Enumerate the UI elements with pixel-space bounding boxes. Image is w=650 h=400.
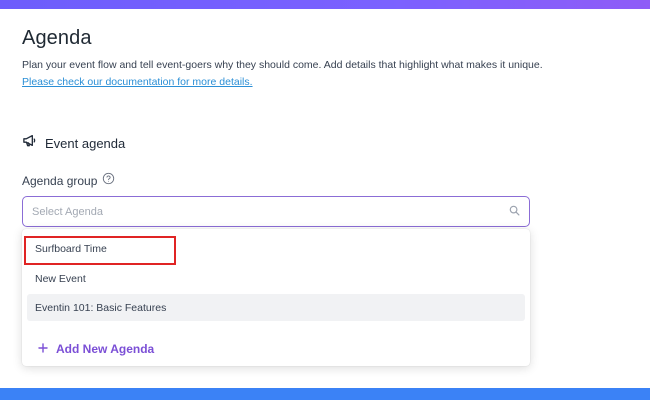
dropdown-option[interactable]: New Event — [27, 265, 525, 292]
page-description: Plan your event flow and tell event-goer… — [22, 59, 543, 71]
plus-icon — [38, 340, 48, 358]
section-title: Event agenda — [45, 135, 126, 151]
dropdown-option[interactable]: Eventin 101: Basic Features — [27, 294, 525, 321]
event-agenda-heading: Event agenda — [22, 134, 125, 152]
top-accent-bar — [0, 0, 650, 9]
documentation-link[interactable]: Please check our documentation for more … — [22, 76, 253, 88]
option-label: Eventin 101: Basic Features — [35, 301, 167, 314]
add-new-agenda-button[interactable]: Add New Agenda — [38, 340, 154, 358]
bottom-accent-bar — [0, 388, 650, 400]
question-circle-icon[interactable] — [102, 172, 115, 190]
option-label: New Event — [35, 272, 86, 285]
search-icon — [509, 203, 520, 221]
field-label-text: Agenda group — [22, 174, 98, 188]
agenda-select[interactable]: Select Agenda — [22, 196, 530, 227]
agenda-group-label: Agenda group — [22, 172, 115, 190]
megaphone-icon — [22, 133, 37, 153]
select-placeholder: Select Agenda — [32, 205, 103, 218]
option-label: Surfboard Time — [35, 242, 107, 255]
dropdown-option[interactable]: Surfboard Time — [27, 235, 525, 262]
add-new-agenda-label: Add New Agenda — [56, 342, 155, 356]
page-title: Agenda — [22, 27, 92, 49]
